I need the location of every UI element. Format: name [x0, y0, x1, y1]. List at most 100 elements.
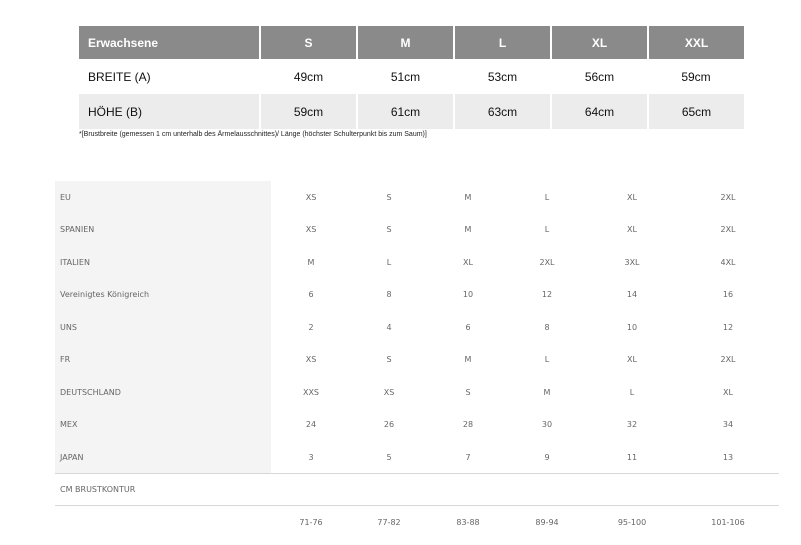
table-cell: 16	[722, 290, 734, 299]
table-cell: 2	[308, 323, 314, 332]
table-cell: L	[386, 258, 392, 267]
table-cell: 59cm	[260, 94, 358, 129]
row-label: UNS	[60, 323, 77, 332]
row-label: JAPAN	[60, 453, 84, 462]
table-cell: 56cm	[584, 69, 615, 84]
row-label: EU	[60, 193, 71, 202]
table-cell: S	[465, 388, 471, 397]
table-cell: 8	[544, 323, 550, 332]
table-cell: 6	[465, 323, 471, 332]
table-cell: L	[544, 355, 550, 364]
table-cell: 34	[722, 420, 734, 429]
table-cell: 71-76	[299, 518, 323, 527]
table-cell: XL	[627, 193, 637, 202]
row-label: BREITE (A)	[88, 69, 151, 84]
header-size-xl: XL	[551, 26, 649, 59]
table-cell: 2XL	[539, 258, 555, 267]
table-cell: 10	[462, 290, 474, 299]
table-cell: 26	[383, 420, 395, 429]
table-cell: XL	[723, 388, 733, 397]
table-cell: 101-106	[711, 518, 745, 527]
table-cell: 12	[722, 323, 734, 332]
measurement-footnote: *[Brustbreite (gemessen 1 cm unterhalb d…	[79, 131, 427, 138]
table-cell: M	[464, 193, 472, 202]
table-cell: 8	[386, 290, 392, 299]
row-label: Vereinigtes Königreich	[60, 290, 150, 299]
table-cell: L	[629, 388, 635, 397]
table-cell: XS	[383, 388, 395, 397]
table-cell: 2XL	[720, 193, 736, 202]
table-row-height: HÖHE (B) 59cm 61cm 63cm 64cm 65cm	[79, 94, 744, 129]
size-table-header: Erwachsene S M L XL XXL	[79, 26, 744, 59]
table-row: Vereinigtes Königreich 6 8 10 12 14 16	[55, 279, 779, 311]
table-cell: 5	[386, 453, 392, 462]
table-cell: 63cm	[454, 94, 552, 129]
table-cell: 53cm	[487, 69, 518, 84]
table-cell: L	[544, 225, 550, 234]
cm-chest-row: 71-76 77-82 83-88 89-94 95-100 101-106	[55, 514, 779, 532]
table-cell: 9	[544, 453, 550, 462]
table-row: EU XS S M L XL 2XL	[55, 182, 779, 214]
table-cell: 61cm	[357, 94, 455, 129]
table-cell: 11	[626, 453, 638, 462]
table-cell: 51cm	[390, 69, 421, 84]
table-cell: M	[307, 258, 315, 267]
header-size-m: M	[357, 26, 455, 59]
table-row: SPANIEN XS S M L XL 2XL	[55, 214, 779, 246]
table-cell: XXS	[302, 388, 320, 397]
table-row: UNS 2 4 6 8 10 12	[55, 312, 779, 344]
header-category: Erwachsene	[79, 26, 261, 59]
table-cell: 3XL	[624, 258, 640, 267]
table-cell: M	[543, 388, 551, 397]
table-cell: S	[386, 225, 392, 234]
table-cell: XL	[463, 258, 473, 267]
table-cell: XL	[627, 225, 637, 234]
table-cell: M	[464, 355, 472, 364]
header-size-s: S	[260, 26, 358, 59]
table-row: ITALIEN M L XL 2XL 3XL 4XL	[55, 247, 779, 279]
table-row: DEUTSCHLAND XXS XS S M L XL	[55, 377, 779, 409]
row-label: DEUTSCHLAND	[60, 388, 121, 397]
header-size-l: L	[454, 26, 552, 59]
row-label: ITALIEN	[60, 258, 90, 267]
table-cell: 89-94	[535, 518, 559, 527]
table-cell: S	[386, 355, 392, 364]
row-label: HÖHE (B)	[79, 94, 261, 129]
divider	[55, 473, 779, 474]
table-row: JAPAN 3 5 7 9 11 13	[55, 442, 779, 474]
table-cell: 7	[465, 453, 471, 462]
table-cell: 6	[308, 290, 314, 299]
table-cell: 12	[541, 290, 553, 299]
table-cell: 13	[722, 453, 734, 462]
table-row: MEX 24 26 28 30 32 34	[55, 409, 779, 441]
table-cell: 4	[386, 323, 392, 332]
table-cell: 64cm	[551, 94, 649, 129]
table-cell: XL	[627, 355, 637, 364]
table-cell: 65cm	[648, 94, 744, 129]
size-table: Erwachsene S M L XL XXL BREITE (A) 49cm …	[79, 26, 744, 129]
table-cell: M	[464, 225, 472, 234]
divider	[55, 505, 779, 506]
table-cell: 32	[626, 420, 638, 429]
table-cell: 3	[308, 453, 314, 462]
table-cell: 14	[626, 290, 638, 299]
row-label: SPANIEN	[60, 225, 95, 234]
table-cell: XS	[305, 193, 317, 202]
table-cell: 10	[626, 323, 638, 332]
table-cell: 2XL	[720, 355, 736, 364]
table-cell: 24	[305, 420, 317, 429]
table-cell: S	[386, 193, 392, 202]
table-cell: 4XL	[720, 258, 736, 267]
table-cell: 28	[462, 420, 474, 429]
row-label: MEX	[60, 420, 78, 429]
table-cell: 49cm	[293, 69, 324, 84]
table-cell: 83-88	[456, 518, 480, 527]
cm-chest-label: CM BRUSTKONTUR	[60, 485, 136, 494]
header-size-xxl: XXL	[648, 26, 744, 59]
table-row: FR XS S M L XL 2XL	[55, 344, 779, 376]
table-cell: 95-100	[617, 518, 647, 527]
table-cell: XS	[305, 355, 317, 364]
table-cell: XS	[305, 225, 317, 234]
table-cell: L	[544, 193, 550, 202]
row-label: FR	[60, 355, 71, 364]
